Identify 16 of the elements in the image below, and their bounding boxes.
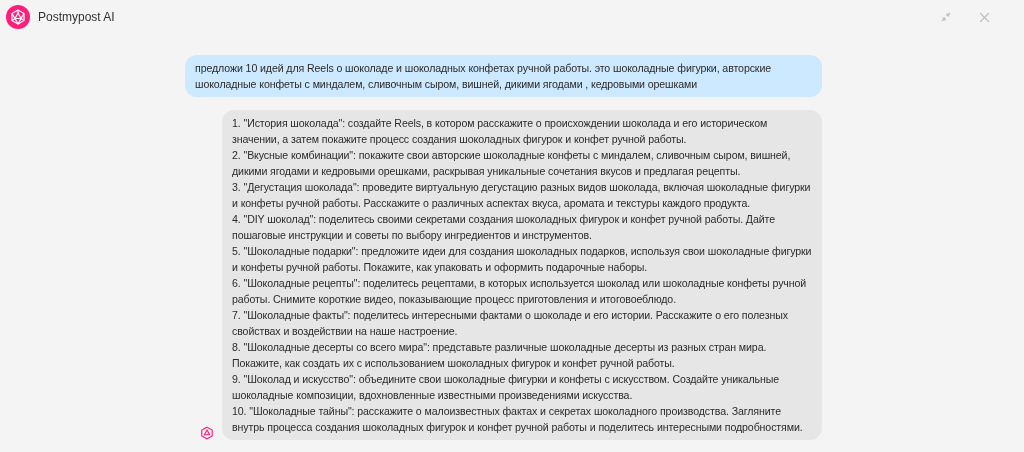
minimize-icon (941, 12, 951, 22)
close-icon (979, 11, 990, 23)
message-paragraph: 5. "Шоколадные подарки": предложите идеи для создания шоколадных подарков, используя свои шоколадные фигурки и конфеты ручной работы. Покажите, как упаковать и оформить подарочные наборы. (232, 244, 812, 275)
window-title: Postmypost AI (38, 10, 116, 24)
message-paragraph: 2. "Вкусные комбинации": покажите свои авторские шоколадные конфеты с миндалем, сливочным сыром, вишней, дикими ягодами и кедровыми орешками, раскрывая уникальные сочетания вкусов и предлагая рецепты. (232, 148, 792, 179)
message-paragraph: 8. "Шоколадные десерты со всего мира": представьте различные шоколадные десерты из разных стран мира. Покажите, как создать их с использованием шоколадных фигурок и конфет ручной работы. (232, 340, 768, 371)
message-paragraph: 7. "Шоколадные факты": поделитесь интересными фактами о шоколаде и его истории. Расскажите о его полезных свойствах и воздействии на наше настроение. (232, 308, 789, 339)
message-paragraph: 3. "Дегустация шоколада": проведите виртуальную дегустацию разных видов шоколада, включая шоколадные фигурки и конфеты ручной работы. Расскажите о различных аспектах вкуса, аромата и текстуры каждого продукта. (232, 180, 812, 211)
message-paragraph: 1. "История шоколада": создайте Reels, в котором расскажите о происхождении шоколада и его историческом значении, а затем покажите процесс создания шоколадных фигурок и конфет ручной работы. (232, 116, 769, 147)
message-paragraph: 9. "Шоколад и искусство": объедините свои шоколадные фигурки и конфеты с искусством. Создайте уникальные шоколадные композиции, вдохновленные известными произведениями искусства. (232, 372, 781, 403)
message-paragraph: 10. "Шоколадные тайны": расскажите о малоизвестных фактах и секретах шоколадного производства. Загляните внутрь процесса создания шоколадных фигурок и конфет ручной работы и поделитесь интересными подробностями. (232, 404, 804, 435)
message-paragraph: 4. "DIY шоколад": поделитесь своими секретами создания шоколадных фигурок и конфет ручной работы. Дайте пошаговые инструкции и советы по выбору ингредиентов и инструментов. (232, 212, 776, 243)
message-paragraph: 6. "Шоколадные рецепты": поделитесь рецептами, в которых используется шоколад или шоколадные конфеты ручной работы. Снимите короткие видео, показывающие процесс приготовления и итоговоеблюдо. (232, 276, 808, 307)
bot-avatar-icon (200, 426, 214, 440)
app-logo-icon (6, 5, 30, 29)
message-paragraph: предложи 10 идей для Reels о шоколаде и шоколадных конфетах ручной работы. это шоколадные фигурки, авторские шоколадные конфеты с миндалем, сливочным сыром, вишней, дикими ягодами , кедровыми орешками (195, 61, 772, 92)
